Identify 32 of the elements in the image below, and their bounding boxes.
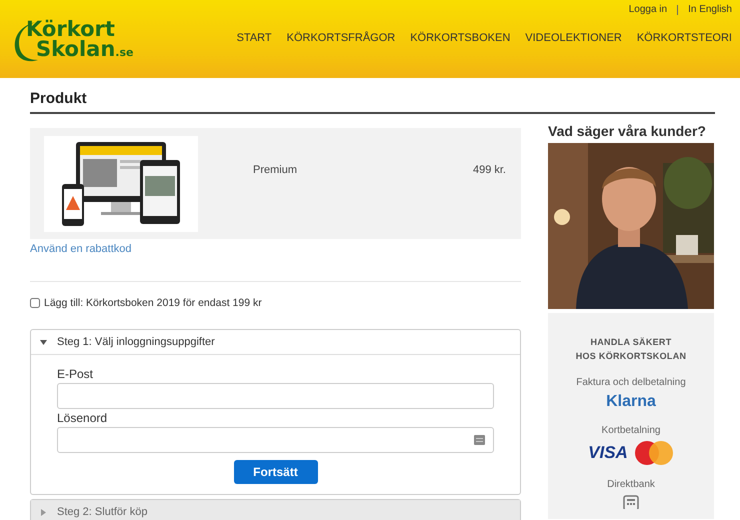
password-field[interactable] bbox=[57, 427, 494, 453]
top-link[interactable]: Logga in bbox=[628, 4, 668, 15]
testimonials-heading: Vad säger våra kunder? bbox=[548, 123, 707, 139]
nav-link[interactable]: START bbox=[236, 32, 272, 44]
caret-right-icon bbox=[40, 508, 47, 516]
bank-icon bbox=[623, 495, 639, 509]
email-field[interactable] bbox=[57, 383, 494, 409]
discount-link[interactable]: Använd en rabattkod bbox=[30, 243, 132, 255]
payment-method-label: Kortbetalning bbox=[602, 425, 660, 436]
payment-method-label: Faktura och delbetalning bbox=[576, 377, 686, 388]
addon-label: Lägg till: Körkortsboken 2019 för endast 199 kr bbox=[44, 297, 262, 309]
logo-text[interactable]: Körkort Skolan.se bbox=[26, 19, 134, 63]
top-link[interactable]: In English bbox=[688, 4, 732, 15]
caret-down-icon bbox=[40, 338, 47, 346]
product-name: Premium bbox=[253, 164, 298, 176]
nav-link[interactable]: KÖRKORTSBOKEN bbox=[410, 32, 510, 44]
field-label: E-Post bbox=[57, 367, 94, 381]
circles-logo-icon bbox=[634, 441, 674, 465]
secure-heading: HANDLA SÄKERT HOS KÖRKORTSKOLAN bbox=[576, 336, 686, 363]
visa-logo: VISA bbox=[588, 443, 628, 463]
nav-link[interactable]: KÖRKORTSTEORI bbox=[636, 32, 732, 44]
continue-button[interactable]: Fortsätt bbox=[234, 460, 318, 484]
nav-link[interactable]: KÖRKORTSFRÅGOR bbox=[286, 32, 396, 44]
klarna-logo: Klarna bbox=[606, 393, 656, 411]
field-label: Lösenord bbox=[57, 411, 108, 425]
product-price: 499 kr. bbox=[472, 164, 506, 176]
payment-method-label: Direktbank bbox=[607, 479, 655, 490]
nav-link[interactable]: VIDEOLEKTIONER bbox=[525, 32, 622, 44]
addon-checkbox[interactable] bbox=[30, 298, 40, 308]
step-header[interactable]: Steg 1: Välj inloggningsuppgifter bbox=[31, 330, 520, 355]
step-header[interactable]: Steg 2: Slutför köp bbox=[31, 500, 520, 520]
page-title: Produkt bbox=[30, 90, 715, 114]
